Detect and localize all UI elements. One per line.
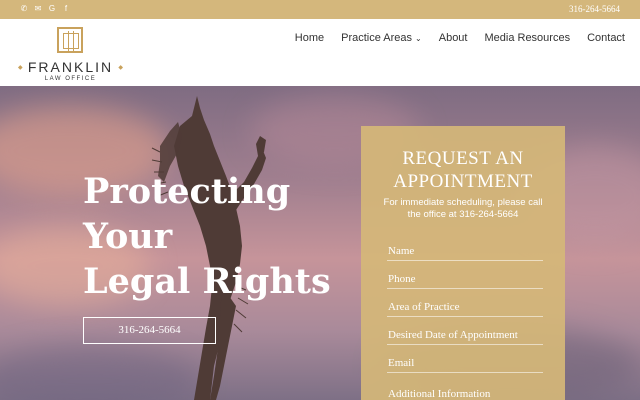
- additional-info-field[interactable]: [387, 384, 543, 400]
- nav-about[interactable]: About: [439, 31, 468, 46]
- phone-field[interactable]: [387, 269, 543, 289]
- hero-title: Protecting Your Legal Rights: [83, 169, 353, 304]
- nav-media-resources[interactable]: Media Resources: [484, 31, 570, 46]
- email-icon[interactable]: ✉: [34, 3, 42, 15]
- facebook-icon[interactable]: f: [62, 3, 70, 15]
- form-title-line: APPOINTMENT: [393, 171, 533, 192]
- email-field[interactable]: [387, 353, 543, 373]
- social-icons: ✆ ✉ G f: [20, 3, 70, 15]
- site-header: ◆ FRANKLIN ◆ LAW OFFICE Home Practice Ar…: [0, 19, 640, 86]
- nav-contact[interactable]: Contact: [587, 31, 625, 46]
- main-nav: Home Practice Areas ⌄ About Media Resourc…: [295, 31, 625, 46]
- phone-icon[interactable]: ✆: [20, 3, 28, 15]
- hero-title-line: Legal Rights: [83, 261, 331, 302]
- hero-title-line: Your: [83, 216, 173, 257]
- site-logo[interactable]: ◆ FRANKLIN ◆ LAW OFFICE: [18, 25, 123, 83]
- top-phone-link[interactable]: 316-264-5664: [569, 4, 620, 14]
- form-title: REQUEST AN APPOINTMENT: [361, 147, 565, 193]
- chevron-down-icon: ⌄: [415, 34, 422, 43]
- logo-subtitle: LAW OFFICE: [44, 76, 97, 82]
- desired-date-field[interactable]: [387, 325, 543, 345]
- top-bar: ✆ ✉ G f 316-264-5664: [0, 0, 640, 19]
- area-of-practice-field[interactable]: [387, 297, 543, 317]
- nav-home[interactable]: Home: [295, 31, 324, 46]
- hero-title-line: Protecting: [83, 171, 291, 212]
- name-field[interactable]: [387, 241, 543, 261]
- form-subtitle: For immediate scheduling, please call th…: [383, 197, 543, 220]
- nav-practice-areas[interactable]: Practice Areas ⌄: [341, 31, 422, 46]
- logo-name: FRANKLIN: [27, 59, 114, 75]
- google-icon[interactable]: G: [48, 3, 56, 15]
- nav-practice-areas-label: Practice Areas: [341, 32, 413, 44]
- logo-mark-icon: [57, 27, 83, 53]
- appointment-form: REQUEST AN APPOINTMENT For immediate sch…: [361, 126, 565, 400]
- hero-phone-button[interactable]: 316-264-5664: [83, 317, 216, 344]
- logo-diamond-icon: ◆: [118, 65, 123, 71]
- hero-section: Protecting Your Legal Rights 316-264-566…: [0, 86, 640, 400]
- form-title-line: REQUEST AN: [402, 148, 524, 169]
